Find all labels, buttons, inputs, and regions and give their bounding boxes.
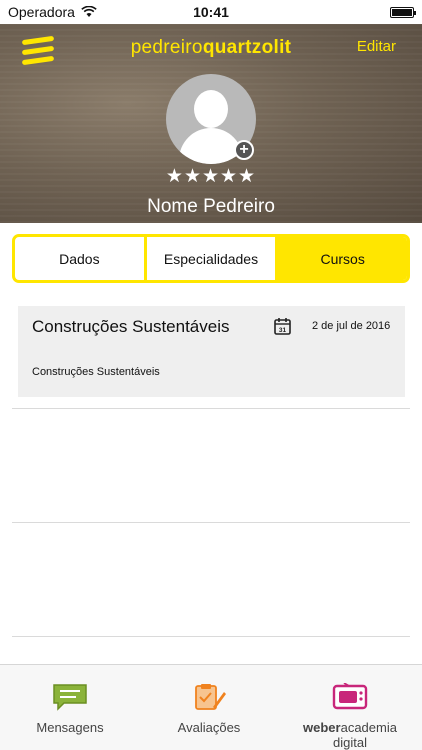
avatar-head — [194, 90, 228, 128]
calendar-day: 31 — [279, 327, 287, 334]
status-bar: Operadora 10:41 — [0, 0, 422, 24]
tab-weber-academia[interactable]: weberacademia digital — [290, 665, 410, 750]
weber-bold: weber — [303, 720, 341, 735]
tab-especialidades[interactable]: Especialidades — [143, 237, 276, 280]
brand-bold: quartzolit — [202, 37, 292, 58]
tab-avaliacoes[interactable]: Avaliações — [159, 665, 259, 735]
tab-mensagens-label: Mensagens — [36, 720, 104, 735]
list-divider — [12, 636, 410, 637]
digital-label: digital — [333, 735, 367, 750]
course-date: 2 de jul de 2016 — [312, 320, 391, 332]
status-left: Operadora — [8, 4, 97, 20]
profile-name: Nome Pedreiro — [147, 196, 275, 217]
tab-avaliacoes-label: Avaliações — [177, 720, 241, 735]
tab-cursos[interactable]: Cursos — [275, 237, 407, 280]
evaluation-icon — [195, 684, 226, 710]
tab-dados[interactable]: Dados — [15, 237, 144, 280]
calendar-icon: 31 — [274, 318, 291, 335]
bottom-tab-bar: Mensagens Avaliações weberacademia digit… — [0, 664, 422, 750]
brand-regular: pedreiro — [130, 37, 203, 58]
profile-tabs: Dados Especialidades Cursos — [12, 234, 410, 283]
rating-stars: ★★★★★ — [165, 166, 257, 187]
battery-level — [392, 8, 412, 16]
academia-label: academia — [340, 720, 397, 735]
course-description: Construções Sustentáveis — [32, 366, 160, 378]
course-card[interactable]: Construções Sustentáveis 31 2 de jul de … — [18, 306, 405, 397]
add-photo-icon[interactable]: + — [234, 140, 254, 160]
message-icon — [53, 684, 87, 711]
list-divider — [12, 408, 410, 409]
profile-header: pedreiroquartzolit Editar + ★★★★★ Nome P… — [0, 24, 422, 223]
academy-tv-icon — [332, 682, 368, 710]
battery-icon — [390, 6, 416, 18]
list-divider — [12, 522, 410, 523]
course-title: Construções Sustentáveis — [32, 317, 230, 336]
avatar-body — [179, 128, 243, 164]
tab-weber-academia-label: weberacademia digital — [290, 720, 410, 750]
carrier-label: Operadora — [8, 4, 75, 20]
edit-button[interactable]: Editar — [357, 38, 396, 55]
wifi-icon — [81, 6, 97, 17]
tab-mensagens[interactable]: Mensagens — [20, 665, 120, 735]
